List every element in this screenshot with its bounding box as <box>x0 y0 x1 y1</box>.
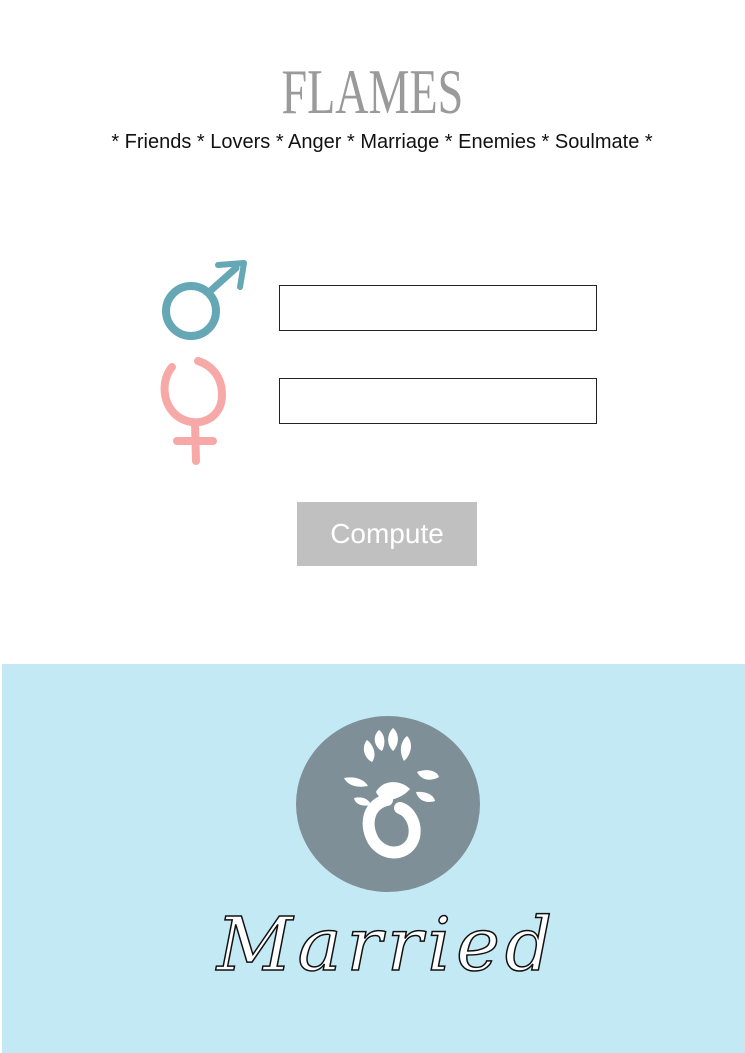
female-symbol-icon <box>160 357 227 465</box>
result-badge <box>296 716 480 892</box>
diamond-ring-icon <box>296 716 480 892</box>
result-panel: Married <box>2 664 745 1053</box>
male-symbol-icon <box>162 260 247 340</box>
female-name-input[interactable] <box>279 378 597 424</box>
app-title: FLAMES <box>281 56 464 127</box>
result-label: Married <box>216 901 558 989</box>
app-subtitle: * Friends * Lovers * Anger * Marriage * … <box>111 131 653 153</box>
compute-button[interactable]: Compute <box>297 502 477 566</box>
male-name-input[interactable] <box>279 285 597 331</box>
